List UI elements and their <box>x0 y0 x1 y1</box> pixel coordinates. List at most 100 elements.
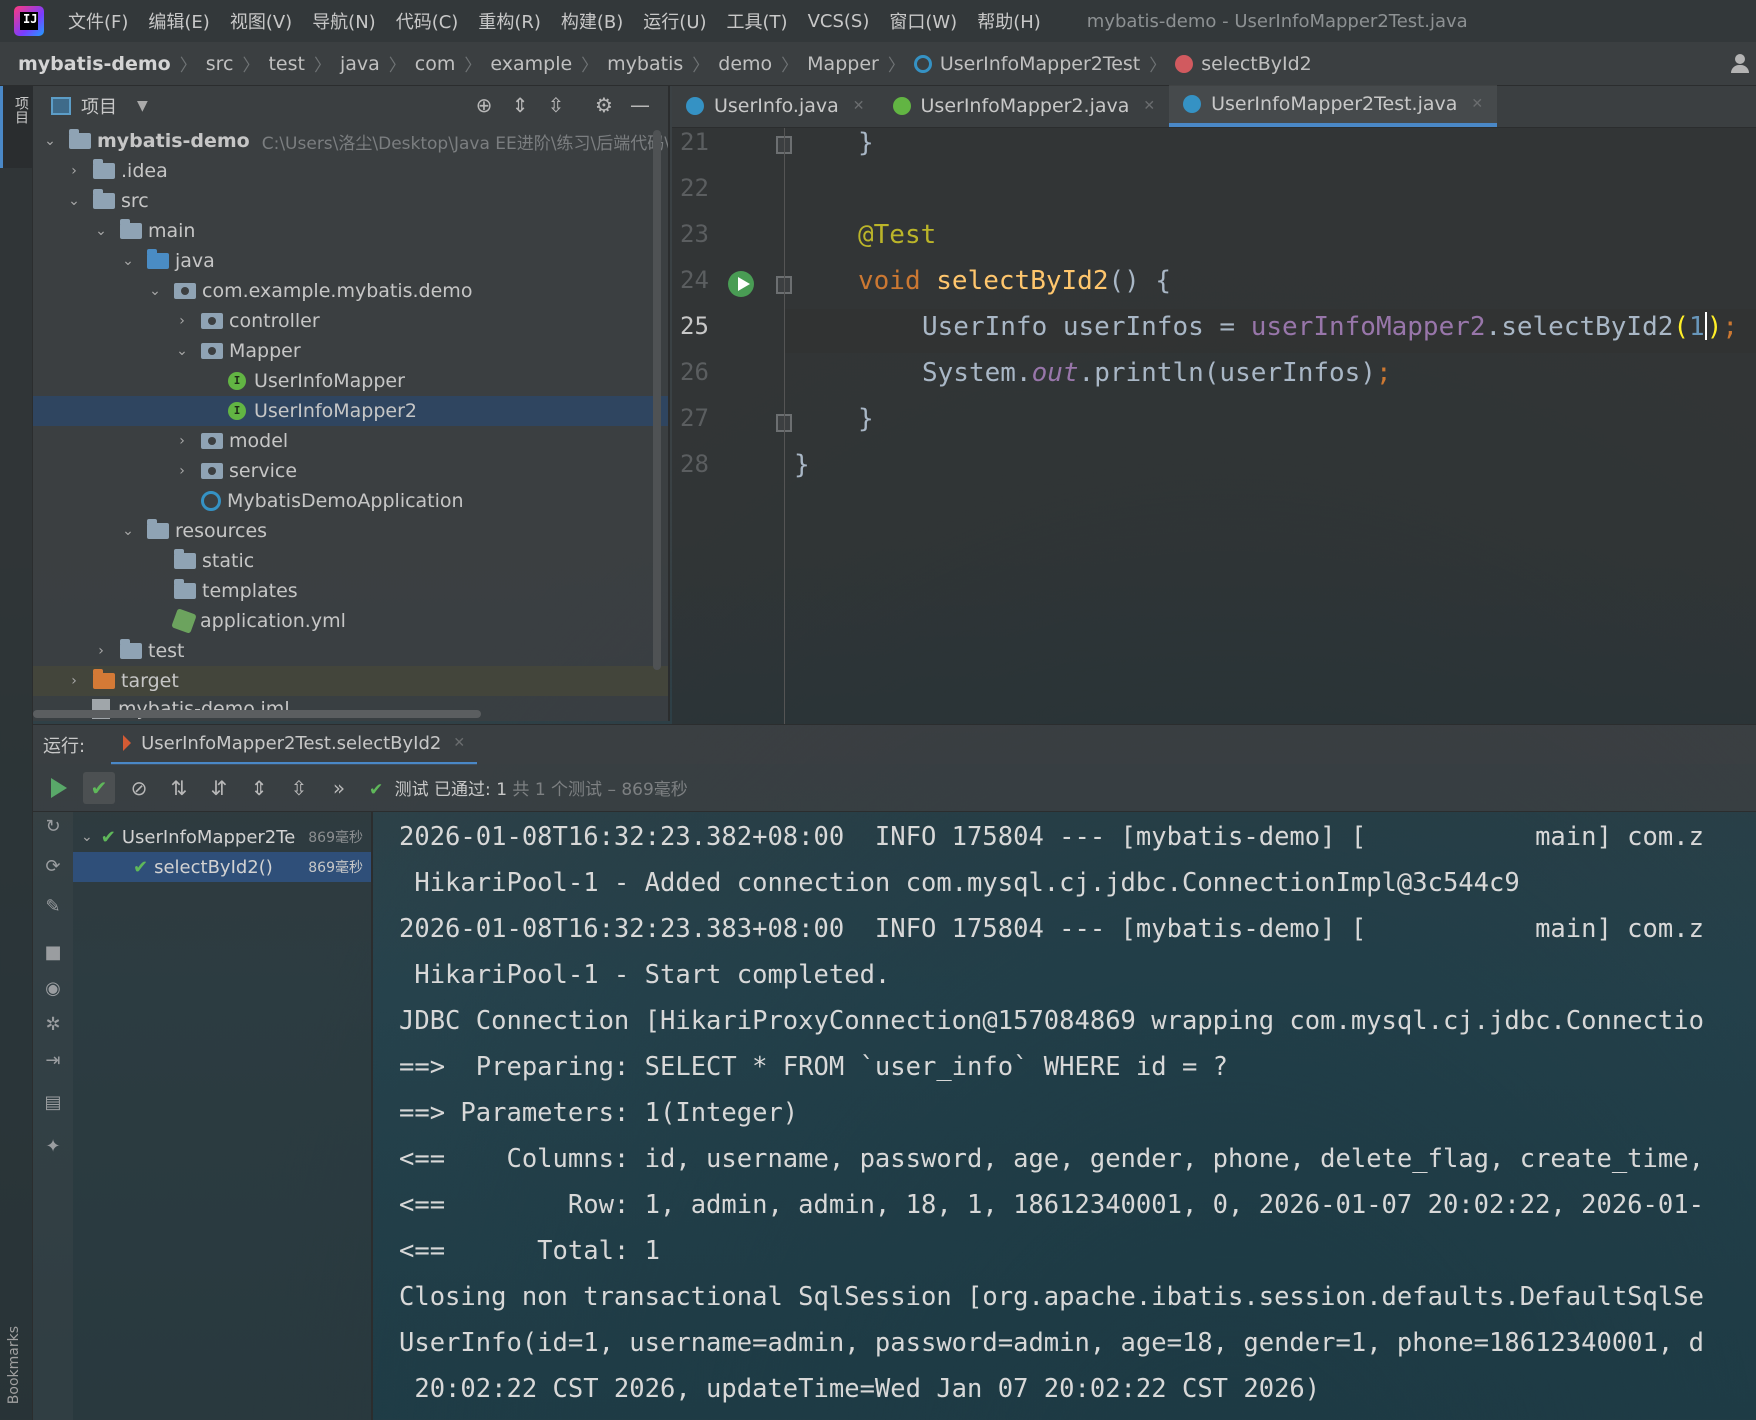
toggle-auto-test-icon[interactable]: ⟳ <box>43 856 63 877</box>
close-icon[interactable]: ✕ <box>1143 98 1155 114</box>
chevron-right-icon[interactable]: › <box>173 313 191 329</box>
tree-item-userinfomapper2[interactable]: I UserInfoMapper2 <box>33 396 668 426</box>
breadcrumb-test[interactable]: test <box>268 53 305 75</box>
chevron-right-icon[interactable]: › <box>65 673 83 689</box>
bookmarks-tool-button[interactable]: Bookmarks <box>6 1326 22 1404</box>
menu-tools[interactable]: 工具(T) <box>727 8 788 34</box>
tree-item-project-root[interactable]: ⌄ mybatis-demo C:\Users\洛尘\Desktop\Java … <box>33 126 668 156</box>
menu-window[interactable]: 窗口(W) <box>889 8 957 34</box>
close-icon[interactable]: ✕ <box>853 98 865 114</box>
tab-userinfomapper2test[interactable]: UserInfoMapper2Test.java ✕ <box>1169 85 1498 127</box>
tree-item-main[interactable]: ⌄ main <box>33 216 668 246</box>
layout-icon[interactable]: ▤ <box>43 1092 63 1113</box>
tree-item-application-class[interactable]: MybatisDemoApplication <box>33 486 668 516</box>
more-actions-button[interactable]: » <box>323 772 355 804</box>
tree-item-model[interactable]: › model <box>33 426 668 456</box>
tab-userinfo[interactable]: UserInfo.java ✕ <box>672 85 879 127</box>
breadcrumb-demo[interactable]: demo <box>718 53 772 75</box>
breadcrumb-mapper[interactable]: Mapper <box>807 53 879 75</box>
close-icon[interactable]: ✕ <box>1471 96 1483 112</box>
tree-item-java[interactable]: ⌄ java <box>33 246 668 276</box>
export-icon[interactable]: ⇥ <box>43 1050 63 1071</box>
tab-userinfomapper2[interactable]: UserInfoMapper2.java ✕ <box>879 85 1170 127</box>
menu-navigate[interactable]: 导航(N) <box>312 8 376 34</box>
chevron-right-icon[interactable]: › <box>173 433 191 449</box>
show-ignored-button[interactable]: ⊘ <box>123 772 155 804</box>
breadcrumb-mybatis[interactable]: mybatis <box>607 53 683 75</box>
project-panel-title[interactable]: 项目 <box>81 93 117 119</box>
debug-icon[interactable]: ✲ <box>43 1014 63 1035</box>
collapse-all-button[interactable]: ⇳ <box>283 772 315 804</box>
breadcrumb-project[interactable]: mybatis-demo <box>18 53 171 75</box>
tree-item-static[interactable]: static <box>33 546 668 576</box>
chevron-right-icon[interactable]: › <box>92 643 110 659</box>
menu-run[interactable]: 运行(U) <box>643 8 706 34</box>
breadcrumb-test-class[interactable]: UserInfoMapper2Test <box>940 53 1140 75</box>
chevron-right-icon[interactable]: › <box>173 463 191 479</box>
chevron-down-icon[interactable]: ⌄ <box>173 343 191 359</box>
test-tree-class[interactable]: ⌄ ✔ UserInfoMapper2Te 869毫秒 <box>73 822 371 852</box>
locate-file-icon[interactable]: ⊕ <box>473 94 495 116</box>
menu-view[interactable]: 视图(V) <box>230 8 292 34</box>
chevron-down-icon[interactable]: ⌄ <box>119 253 137 269</box>
collapse-all-icon[interactable]: ⇳ <box>545 94 567 116</box>
chevron-down-icon[interactable]: ⌄ <box>65 193 83 209</box>
sort-by-duration-button[interactable]: ⇵ <box>203 772 235 804</box>
rerun-failed-icon[interactable]: ↻ <box>43 816 63 837</box>
console-output[interactable]: 2026-01-08T16:32:23.382+08:00 INFO 17580… <box>373 812 1756 1420</box>
sort-alphabetically-button[interactable]: ⇅ <box>163 772 195 804</box>
chevron-down-icon[interactable]: ⌄ <box>146 283 164 299</box>
camera-icon[interactable]: ◉ <box>43 978 63 999</box>
code-editor[interactable]: 21 22 23 24 25 26 27 28 } @Test void sel… <box>672 128 1756 724</box>
menu-edit[interactable]: 编辑(E) <box>148 8 209 34</box>
gear-icon[interactable]: ⚙ <box>593 94 615 116</box>
menu-build[interactable]: 构建(B) <box>561 8 623 34</box>
breadcrumb-example[interactable]: example <box>490 53 572 75</box>
breadcrumb-method[interactable]: selectById2 <box>1201 53 1311 75</box>
rerun-button[interactable] <box>43 772 75 804</box>
tree-item-test[interactable]: › test <box>33 636 668 666</box>
tree-item-templates[interactable]: templates <box>33 576 668 606</box>
tree-item-package-root[interactable]: ⌄ com.example.mybatis.demo <box>33 276 668 306</box>
tree-item-resources[interactable]: ⌄ resources <box>33 516 668 546</box>
close-icon[interactable]: ✕ <box>453 735 465 751</box>
chevron-down-icon[interactable]: ▼ <box>137 98 148 114</box>
tree-item-src[interactable]: ⌄ src <box>33 186 668 216</box>
test-tree-method[interactable]: ✔ selectById2() 869毫秒 <box>73 852 371 882</box>
expand-all-icon[interactable]: ⇕ <box>509 94 531 116</box>
chevron-right-icon[interactable]: › <box>65 163 83 179</box>
project-vertical-scrollbar[interactable] <box>653 130 661 670</box>
menu-vcs[interactable]: VCS(S) <box>808 11 870 32</box>
chevron-down-icon[interactable]: ⌄ <box>92 223 110 239</box>
tree-item-userinfomapper[interactable]: I UserInfoMapper <box>33 366 668 396</box>
module-folder-icon <box>69 129 91 149</box>
breadcrumb-java[interactable]: java <box>340 53 380 75</box>
chevron-down-icon[interactable]: ⌄ <box>119 523 137 539</box>
tree-item-application-yml[interactable]: application.yml <box>33 606 668 636</box>
tree-item-service[interactable]: › service <box>33 456 668 486</box>
run-test-icon[interactable] <box>728 271 754 297</box>
stop-icon[interactable]: ■ <box>43 942 63 963</box>
line-number: 22 <box>680 174 709 202</box>
hide-panel-icon[interactable]: — <box>629 94 651 116</box>
chevron-down-icon[interactable]: ⌄ <box>41 133 59 149</box>
tree-item-controller[interactable]: › controller <box>33 306 668 336</box>
menu-file[interactable]: 文件(F) <box>68 8 128 34</box>
project-tool-button[interactable]: 项目 <box>0 86 33 168</box>
breadcrumb-com[interactable]: com <box>415 53 456 75</box>
menu-code[interactable]: 代码(C) <box>396 8 459 34</box>
tree-item-target[interactable]: › target <box>33 666 668 696</box>
pin-icon[interactable]: ✦ <box>43 1136 63 1157</box>
menu-refactor[interactable]: 重构(R) <box>478 8 541 34</box>
user-account-icon[interactable] <box>1730 54 1750 74</box>
wrench-icon[interactable]: ✎ <box>43 896 63 917</box>
run-config-tab[interactable]: UserInfoMapper2Test.selectById2 ✕ <box>111 725 478 765</box>
chevron-down-icon[interactable]: ⌄ <box>81 829 93 845</box>
project-horizontal-scrollbar[interactable] <box>33 710 481 718</box>
expand-all-button[interactable]: ⇕ <box>243 772 275 804</box>
show-passed-button[interactable]: ✔ <box>83 771 115 804</box>
tree-item-idea[interactable]: › .idea <box>33 156 668 186</box>
breadcrumb-src[interactable]: src <box>206 53 234 75</box>
tree-item-mapper[interactable]: ⌄ Mapper <box>33 336 668 366</box>
menu-help[interactable]: 帮助(H) <box>977 8 1041 34</box>
